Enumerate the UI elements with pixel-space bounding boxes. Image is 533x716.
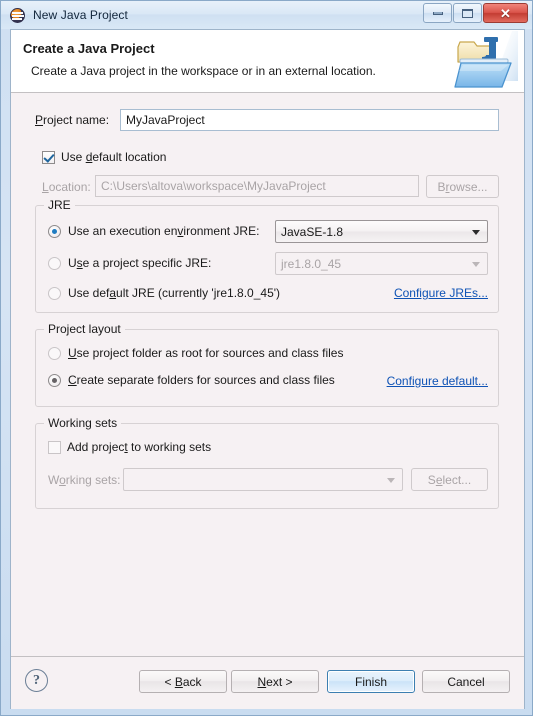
use-default-location-checkbox[interactable] <box>42 150 55 164</box>
back-button[interactable]: < Back <box>139 670 227 693</box>
configure-jres-link[interactable]: Configure JREs... <box>394 286 488 300</box>
maximize-button[interactable] <box>453 3 482 23</box>
dialog-client: Create a Java Project Create a Java proj… <box>10 29 525 709</box>
location-input: C:\Users\altova\workspace\MyJavaProject <box>95 175 419 197</box>
back-label: < Back <box>164 674 202 689</box>
wizard-body: Project name: MyJavaProject Use default … <box>11 93 524 709</box>
minimize-icon <box>432 11 443 15</box>
project-name-input[interactable]: MyJavaProject <box>120 109 499 131</box>
layout-separate-folders-label: Create separate folders for sources and … <box>68 373 335 387</box>
eclipse-logo-icon <box>10 7 26 23</box>
jre-option-project-specific[interactable]: Use a project specific JRE: <box>48 256 211 270</box>
java-project-folder-icon <box>454 31 518 88</box>
jre-default-radio[interactable] <box>48 286 61 300</box>
jre-execution-env-value: JavaSE-1.8 <box>281 224 344 239</box>
title-bar: New Java Project ✕ <box>1 1 532 29</box>
working-sets-combo <box>123 468 403 491</box>
location-value: C:\Users\altova\workspace\MyJavaProject <box>101 179 326 193</box>
jre-group: JRE Use an execution environment JRE: Ja… <box>35 198 499 313</box>
close-button[interactable]: ✕ <box>483 3 528 23</box>
chevron-down-icon <box>472 261 480 267</box>
working-sets-group-title: Working sets <box>44 416 122 430</box>
project-layout-group-title: Project layout <box>44 322 125 336</box>
jre-project-specific-radio[interactable] <box>48 256 61 270</box>
jre-default-label: Use default JRE (currently 'jre1.8.0_45'… <box>68 286 281 300</box>
select-working-sets-button: Select... <box>411 468 488 491</box>
jre-execution-env-label: Use an execution environment JRE: <box>68 224 260 238</box>
cancel-button[interactable]: Cancel <box>422 670 510 693</box>
window-title: New Java Project <box>33 8 128 22</box>
page-title: Create a Java Project <box>23 41 155 56</box>
add-to-working-sets-label: Add project to working sets <box>67 440 212 454</box>
layout-separate-folders-radio[interactable] <box>48 373 61 387</box>
page-description: Create a Java project in the workspace o… <box>31 64 376 78</box>
footer-bar: ? < Back Next > Finish Cancel <box>11 657 524 709</box>
browse-label: Browse... <box>437 179 488 194</box>
chevron-down-icon <box>387 477 395 483</box>
close-icon: ✕ <box>500 5 511 21</box>
jre-group-title: JRE <box>44 198 75 212</box>
working-sets-group: Working sets Add project to working sets… <box>35 416 499 509</box>
jre-option-default[interactable]: Use default JRE (currently 'jre1.8.0_45'… <box>48 286 280 300</box>
dialog-window: New Java Project ✕ Create a Java Project… <box>0 0 533 716</box>
layout-project-folder-label: Use project folder as root for sources a… <box>68 346 344 360</box>
project-name-value: MyJavaProject <box>126 113 205 127</box>
browse-button: Browse... <box>426 175 499 198</box>
jre-project-specific-value: jre1.8.0_45 <box>281 256 342 271</box>
finish-label: Finish <box>354 674 387 689</box>
jre-option-execution-env[interactable]: Use an execution environment JRE: <box>48 224 259 238</box>
chevron-down-icon <box>472 229 480 235</box>
maximize-icon <box>462 8 473 18</box>
project-layout-group: Project layout Use project folder as roo… <box>35 322 499 407</box>
use-default-location-row[interactable]: Use default location <box>42 150 166 164</box>
configure-default-link[interactable]: Configure default... <box>387 374 488 388</box>
add-to-working-sets-checkbox[interactable] <box>48 440 61 454</box>
cancel-label: Cancel <box>447 674 485 689</box>
finish-button[interactable]: Finish <box>327 670 415 693</box>
help-icon[interactable]: ? <box>25 669 48 692</box>
jre-project-specific-label: Use a project specific JRE: <box>68 256 212 270</box>
select-label: Select... <box>427 472 472 487</box>
location-label: Location: <box>42 180 91 194</box>
jre-project-specific-combo: jre1.8.0_45 <box>275 252 488 275</box>
wizard-header: Create a Java Project Create a Java proj… <box>11 30 524 93</box>
use-default-location-label: Use default location <box>61 150 167 164</box>
window-controls: ✕ <box>423 3 528 23</box>
jre-execution-env-radio[interactable] <box>48 224 61 238</box>
next-label: Next > <box>257 674 293 689</box>
layout-option-separate-folders[interactable]: Create separate folders for sources and … <box>48 373 335 387</box>
jre-execution-env-combo[interactable]: JavaSE-1.8 <box>275 220 488 243</box>
minimize-button[interactable] <box>423 3 452 23</box>
add-to-working-sets-row[interactable]: Add project to working sets <box>48 440 211 454</box>
next-button[interactable]: Next > <box>231 670 319 693</box>
project-name-row: Project name: <box>35 113 109 127</box>
layout-project-folder-radio[interactable] <box>48 346 61 360</box>
working-sets-label: Working sets: <box>48 473 121 487</box>
project-name-label: Project name: <box>35 113 110 127</box>
layout-option-project-folder[interactable]: Use project folder as root for sources a… <box>48 346 343 360</box>
